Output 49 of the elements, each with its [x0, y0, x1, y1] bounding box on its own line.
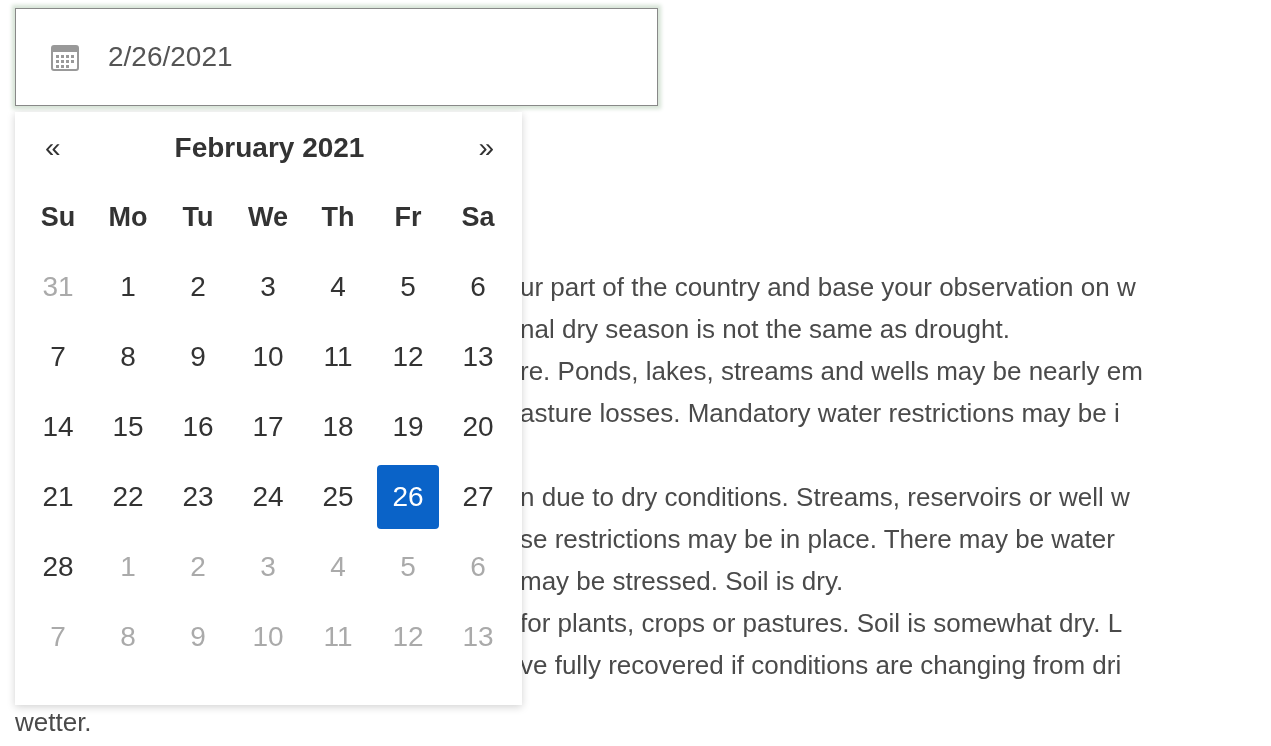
calendar-day[interactable]: 3: [237, 255, 299, 319]
date-field[interactable]: 2/26/2021: [15, 8, 658, 106]
text-line: nal dry season is not the same as drought.: [520, 313, 1010, 346]
text-line: re. Ponds, lakes, streams and wells may be nearly em: [520, 355, 1143, 388]
calendar-day[interactable]: 8: [97, 325, 159, 389]
text-line: for plants, crops or pastures. Soil is somewhat dry. L: [520, 607, 1123, 640]
calendar-day[interactable]: 12: [377, 325, 439, 389]
weekday-label: We: [248, 201, 288, 233]
text-line: se restrictions may be in place. There may be water: [520, 523, 1115, 556]
text-line: may be stressed. Soil is dry.: [520, 565, 844, 598]
calendar-day[interactable]: 11: [307, 325, 369, 389]
calendar-day[interactable]: 4: [307, 255, 369, 319]
text-line: wetter.: [15, 707, 92, 737]
weekday-label: Su: [40, 201, 76, 233]
text-line: ve fully recovered if conditions are changing from dri: [520, 649, 1122, 682]
calendar-day[interactable]: 13: [447, 325, 509, 389]
text-line: ur part of the country and base your observation on w: [520, 271, 1136, 304]
weekday-label: Sa: [461, 201, 495, 233]
calendar-day[interactable]: 9: [167, 325, 229, 389]
calendar-day[interactable]: 26: [377, 465, 439, 529]
calendar-day[interactable]: 17: [237, 395, 299, 459]
calendar-day[interactable]: 23: [167, 465, 229, 529]
calendar-day[interactable]: 22: [97, 465, 159, 529]
text-line: n due to dry conditions. Streams, reservoirs or well w: [520, 481, 1130, 514]
calendar-day[interactable]: 2: [167, 255, 229, 319]
calendar-day[interactable]: 28: [27, 535, 89, 599]
text-line: asture losses. Mandatory water restrictions may be i: [520, 397, 1120, 430]
calendar-day[interactable]: 24: [237, 465, 299, 529]
weekday-label: Tu: [182, 201, 214, 233]
calendar-day[interactable]: 15: [97, 395, 159, 459]
calendar-day[interactable]: 16: [167, 395, 229, 459]
weekday-label: Fr: [394, 201, 422, 233]
calendar-day[interactable]: 1: [97, 255, 159, 319]
calendar-day[interactable]: 18: [307, 395, 369, 459]
next-month-button[interactable]: »: [472, 132, 500, 164]
calendar-day[interactable]: 21: [27, 465, 89, 529]
calendar-day[interactable]: 14: [27, 395, 89, 459]
previous-month-button[interactable]: «: [39, 132, 67, 164]
calendar-day[interactable]: 10: [237, 325, 299, 389]
month-title: February 2021: [174, 132, 365, 164]
calendar-day[interactable]: 27: [447, 465, 509, 529]
calendar-day[interactable]: 20: [447, 395, 509, 459]
calendar-day[interactable]: 6: [447, 255, 509, 319]
calendar-day[interactable]: 5: [377, 255, 439, 319]
weekday-label: Th: [321, 201, 355, 233]
weekday-label: Mo: [108, 201, 148, 233]
calendar-day[interactable]: 25: [307, 465, 369, 529]
calendar-day[interactable]: 19: [377, 395, 439, 459]
calendar-day[interactable]: 7: [27, 325, 89, 389]
